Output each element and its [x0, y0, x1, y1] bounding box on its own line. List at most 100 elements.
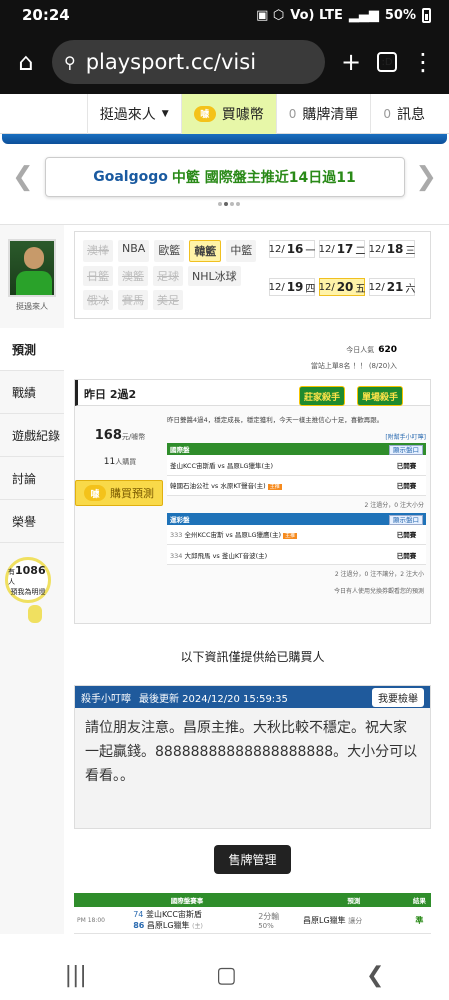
- results-header-result: 結果: [407, 893, 431, 907]
- game-row: 333 全州KCC宙斯 vs 昌原LG獵鷹(主) 主推 已開賽: [167, 524, 426, 545]
- team-line: 86 昌原LG獵隼 (主): [133, 920, 252, 931]
- filter-header: 澳棒 NBA 歐籃 韓籃 中籃 日籃 澳籃 足球 NHL冰球 俄冰 賽馬 美足 12/16 一 12/17…: [74, 231, 431, 319]
- sidebar-item-record[interactable]: 戰績: [0, 371, 64, 414]
- user-menu[interactable]: 挺過來人 ▼: [86, 93, 181, 134]
- card-list-link[interactable]: 0 購牌清單: [275, 93, 371, 134]
- buy-prediction-button[interactable]: 噱 購買預測: [75, 480, 163, 506]
- date-tab[interactable]: 12/16 一: [269, 240, 315, 258]
- rank-note: (8/20)入: [368, 362, 397, 370]
- content: 澳棒 NBA 歐籃 韓籃 中籃 日籃 澳籃 足球 NHL冰球 俄冰 賽馬 美足 12/16 一 12/17…: [64, 225, 449, 934]
- date-weekday: 五: [355, 283, 366, 295]
- league-filter: 澳棒 NBA 歐籃 韓籃 中籃日籃 澳籃 足球 NHL冰球俄冰 賽馬 美足: [83, 240, 269, 310]
- main-pick-tag: 主推: [283, 533, 298, 540]
- team-number: 74: [133, 910, 144, 919]
- pick-type: 讓分: [348, 916, 363, 925]
- game-row: 韓國石油公社 vs 水原KT聲音(主) 主推 已開賽: [167, 475, 426, 496]
- banner-title-en: Goalgogo: [93, 169, 168, 185]
- menu-icon[interactable]: ⋮: [407, 48, 439, 76]
- sidebar-item-game-log[interactable]: 遊戲紀錄: [0, 414, 64, 457]
- date-tab[interactable]: 12/18 三: [369, 240, 415, 258]
- site-settings-icon[interactable]: ⚲: [64, 53, 76, 72]
- home-icon[interactable]: ⌂: [10, 48, 42, 76]
- buy-coins-button[interactable]: 噱 買噱幣: [180, 93, 276, 134]
- league-tab[interactable]: 日籃: [83, 266, 113, 286]
- league-tab[interactable]: NBA: [118, 240, 150, 262]
- signal-icon: ▂▄▆: [348, 7, 379, 23]
- intl-show-odds-button[interactable]: 顯示盤口: [389, 445, 423, 455]
- tips-link[interactable]: [附幫手小叮嚀]: [167, 432, 426, 441]
- price-unit: 元/噱幣: [121, 433, 146, 441]
- date-day: 17: [336, 242, 354, 256]
- promo-banner: ❮ Goalgogo 中籃 國際盤主推近14日過11 ❯: [0, 144, 449, 210]
- buyers-unit: 人購買: [115, 458, 137, 466]
- date-month: 12/: [368, 281, 385, 293]
- today-popularity-value: 620: [378, 345, 397, 355]
- team-note: (主): [192, 923, 203, 930]
- league-tab[interactable]: 美足: [153, 290, 183, 310]
- date-tab[interactable]: 12/21 六: [369, 278, 415, 296]
- coin-icon: 噱: [193, 105, 216, 122]
- price-panel: 168元/噱幣 11人購買 噱 購買預測: [75, 406, 165, 599]
- game-status: 已開賽: [384, 455, 426, 476]
- chevron-left-icon[interactable]: ❮: [12, 162, 34, 192]
- game-number: 334: [170, 551, 183, 560]
- line-value: 2分輸: [258, 911, 280, 921]
- league-tab[interactable]: 澳籃: [118, 266, 148, 286]
- home-button-icon[interactable]: ▢: [216, 963, 237, 988]
- team-number: 86: [133, 921, 145, 930]
- recents-icon[interactable]: |||: [65, 963, 87, 988]
- home-team: 水原KT聲音(主): [220, 482, 266, 490]
- buy-coins-label: 買噱幣: [221, 106, 264, 123]
- lottery-show-odds-button[interactable]: 顯示盤口: [389, 514, 423, 525]
- chevron-right-icon[interactable]: ❯: [415, 162, 437, 192]
- date-tab[interactable]: 12/20 五: [319, 278, 365, 296]
- date-day: 18: [386, 242, 404, 256]
- report-button[interactable]: 我要檢舉: [372, 687, 424, 707]
- league-tab[interactable]: 賽馬: [118, 290, 148, 310]
- coin-icon: 噱: [84, 485, 106, 501]
- league-tab[interactable]: 足球: [153, 266, 183, 286]
- main-menu-strip: [2, 134, 447, 144]
- game-teams: 334 大邱飛馬 vs 釜山KT音波(主): [167, 544, 384, 565]
- date-weekday: 一: [305, 245, 316, 257]
- url-bar[interactable]: ⚲ playsport.cc/visi: [52, 40, 325, 84]
- game-status: 已開賽: [384, 475, 426, 496]
- date-weekday: 四: [305, 283, 316, 295]
- fans-count: 1086: [15, 563, 46, 577]
- banner-title-zh: 中籃 國際盤主推近14日過11: [171, 170, 356, 186]
- back-icon[interactable]: ❮: [366, 963, 384, 988]
- league-tab[interactable]: 中籃: [226, 240, 257, 262]
- buy-prediction-label: 購買預測: [110, 487, 154, 500]
- messages-link[interactable]: 0 訊息: [370, 93, 437, 134]
- team-name: 釜山KCC宙斯盾: [145, 910, 202, 919]
- tips-updated: 最後更新 2024/12/20 15:59:35: [139, 693, 288, 705]
- date-tab[interactable]: 12/17 二: [319, 240, 365, 258]
- league-tab[interactable]: 澳棒: [83, 240, 113, 262]
- league-tab[interactable]: 俄冰: [83, 290, 113, 310]
- date-tab[interactable]: 12/19 四: [269, 278, 315, 296]
- sidebar-item-honors[interactable]: 榮譽: [0, 500, 64, 543]
- browser-toolbar: ⌂ ⚲ playsport.cc/visi + :D ⋮: [0, 30, 449, 94]
- fans-unit: 人: [8, 577, 15, 586]
- coupon-note: 今日有人使用兌換券觀看您的預測: [333, 588, 424, 595]
- site-top-nav: 挺過來人 ▼ 噱 買噱幣 0 購牌清單 0 訊息: [0, 93, 449, 134]
- lightbulb-icon: [28, 605, 42, 623]
- sidebar-item-predictions[interactable]: 預測: [0, 328, 64, 371]
- date-weekday: 六: [405, 283, 416, 295]
- tab-switcher-icon[interactable]: :D: [377, 52, 397, 72]
- match-time: PM 18:00: [74, 907, 131, 934]
- away-team: 釜山KCC宙斯盾: [170, 461, 216, 470]
- carousel-dots: [218, 202, 240, 206]
- fans-badge[interactable]: 有1086人 預我為明燈: [5, 557, 51, 603]
- sidebar-item-discussion[interactable]: 討論: [0, 457, 64, 500]
- banner-headline[interactable]: Goalgogo 中籃 國際盤主推近14日過11: [44, 157, 405, 197]
- chevron-down-icon: ▼: [161, 108, 169, 119]
- messages-count: 0: [383, 106, 391, 121]
- new-tab-icon[interactable]: +: [335, 48, 367, 76]
- league-tab[interactable]: 韓籃: [189, 240, 222, 262]
- league-tab[interactable]: NHL冰球: [188, 266, 241, 286]
- league-tab[interactable]: 歐籃: [154, 240, 185, 262]
- date-month: 12/: [268, 243, 285, 255]
- avatar[interactable]: [8, 239, 56, 297]
- sales-management-button[interactable]: 售牌管理: [214, 844, 291, 874]
